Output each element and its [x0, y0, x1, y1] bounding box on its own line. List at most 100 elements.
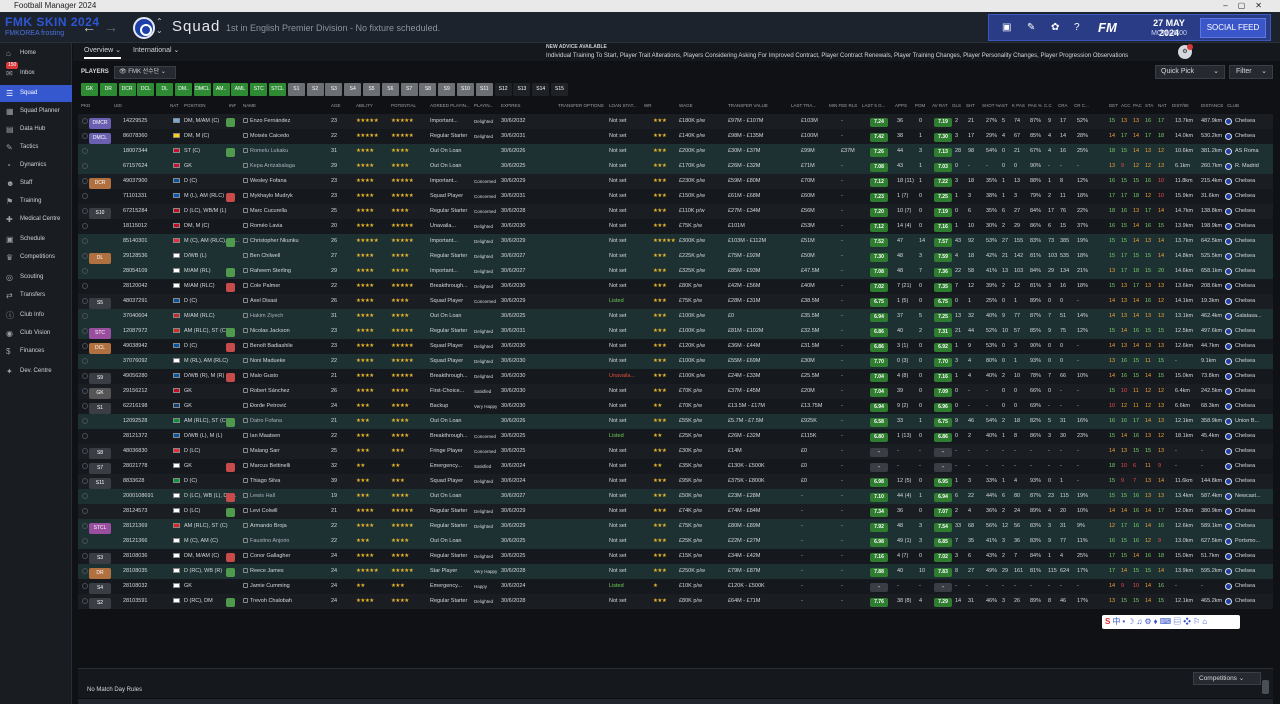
row-select-checkbox[interactable]: [82, 268, 88, 274]
table-row[interactable]: 18115012 DM, M (C) Roméo Lavia 20 ★★★★ ★★★★★ U…: [78, 219, 1273, 234]
column-header[interactable]: WAGE: [679, 103, 693, 108]
position-tab-s8[interactable]: S8: [419, 83, 437, 96]
column-header[interactable]: WR: [644, 103, 652, 108]
table-row[interactable]: DR 28108035 D (RC), WB (R) Reece James 24 ★★★…: [78, 564, 1273, 579]
table-row[interactable]: DMCR 14229525 DM, M/AM (C) Enzo Fernández 23…: [78, 114, 1273, 129]
column-header[interactable]: NAME: [243, 103, 256, 108]
sidebar-item-home[interactable]: ⌂ Home: [0, 45, 72, 62]
table-row[interactable]: 71101331 M (L), AM (RLC) Mykhaylo Mudryk 23…: [78, 189, 1273, 204]
table-row[interactable]: 28054109 M/AM (RL) Raheem Sterling 29 ★★★★ ★★…: [78, 264, 1273, 279]
club-name[interactable]: Chelsea: [1235, 223, 1255, 229]
pick-badge[interactable]: DCR: [89, 178, 111, 189]
player-name[interactable]: Levi Colwill: [250, 508, 278, 514]
player-name[interactable]: Reece James: [250, 568, 284, 574]
help-icon[interactable]: ?: [1074, 22, 1080, 33]
column-header[interactable]: INF: [229, 103, 236, 108]
table-row[interactable]: 2000108691 D (LC), WB (L), DM... Lewis Hal…: [78, 489, 1273, 504]
club-name[interactable]: Chelsea: [1235, 343, 1255, 349]
row-select-checkbox[interactable]: [82, 523, 88, 529]
pick-badge[interactable]: S3: [89, 553, 111, 564]
club-name[interactable]: Portsmo...: [1235, 538, 1260, 544]
pick-badge[interactable]: STCL: [89, 523, 111, 534]
row-select-checkbox[interactable]: [82, 148, 88, 154]
table-row[interactable]: 37040604 M/AM (RLC) Hakim Ziyech 31 ★★★★ ★★★★…: [78, 309, 1273, 324]
position-tab-dmcl[interactable]: DMCL: [193, 83, 211, 96]
table-row[interactable]: 12092528 AM (RLC), ST (C) Datro Fofana 21 ★★…: [78, 414, 1273, 429]
table-row[interactable]: S9 49056280 D/WB (R), M (R) Malo Gusto 21 ★★★…: [78, 369, 1273, 384]
column-header[interactable]: ABILITY: [356, 103, 373, 108]
info-status-icon[interactable]: [226, 373, 235, 382]
pick-badge[interactable]: DMCL: [89, 133, 111, 144]
info-status-icon[interactable]: [226, 148, 235, 157]
position-tab-s12[interactable]: S12: [494, 83, 512, 96]
club-name[interactable]: Chelsea: [1235, 253, 1255, 259]
player-name[interactable]: Thiago Silva: [250, 478, 280, 484]
pick-badge[interactable]: S11: [89, 478, 111, 489]
position-tab-s1[interactable]: S1: [287, 83, 305, 96]
column-header[interactable]: TRANSFER OPTIONS: [558, 103, 604, 108]
player-name[interactable]: Marcus Bettinelli: [250, 463, 290, 469]
sidebar-item-schedule[interactable]: ▣ Schedule: [0, 231, 72, 248]
position-tab-dcl[interactable]: DCL: [137, 83, 155, 96]
pick-badge[interactable]: S9: [89, 373, 111, 384]
column-header[interactable]: DISTANCE: [1201, 103, 1223, 108]
player-name[interactable]: Moisés Caicedo: [250, 133, 289, 139]
player-name[interactable]: Faustino Anjorin: [250, 538, 289, 544]
column-header[interactable]: CRA: [1058, 103, 1068, 108]
player-name[interactable]: Malo Gusto: [250, 373, 278, 379]
chevron-down-icon[interactable]: ⌄: [156, 26, 163, 35]
competitions-button[interactable]: Competitions ⌄: [1193, 672, 1261, 685]
row-select-checkbox[interactable]: [82, 463, 88, 469]
row-select-checkbox[interactable]: [82, 298, 88, 304]
position-tab-s15[interactable]: S15: [551, 83, 568, 96]
player-name[interactable]: Cole Palmer: [250, 283, 280, 289]
column-header[interactable]: LAST 5 G...: [862, 103, 885, 108]
ime-toolbar[interactable]: S中•☽♫⚙♦⌨▤❖⚐⌂: [1102, 615, 1240, 629]
row-select-checkbox[interactable]: [82, 178, 88, 184]
pick-badge[interactable]: DR: [89, 568, 111, 579]
column-header[interactable]: MIN FEE RLS: [829, 103, 857, 108]
row-select-checkbox[interactable]: [82, 358, 88, 364]
table-row[interactable]: DCR 49037900 D (C) Wesley Fofana 23 ★★★★ ★★★★★…: [78, 174, 1273, 189]
position-tab-dl[interactable]: DL: [156, 83, 174, 96]
player-name[interactable]: Marc Cucurella: [250, 208, 287, 214]
info-status-icon[interactable]: [226, 463, 235, 472]
column-header[interactable]: AV RAT: [932, 103, 948, 108]
column-header[interactable]: POM: [915, 103, 925, 108]
row-select-checkbox[interactable]: [82, 403, 88, 409]
info-status-icon[interactable]: [226, 598, 235, 607]
row-select-checkbox[interactable]: [82, 283, 88, 289]
table-row[interactable]: 37076092 M (RL), AM (RLC) Noni Madueke 22 ★★…: [78, 354, 1273, 369]
club-name[interactable]: Chelsea: [1235, 283, 1255, 289]
club-name[interactable]: Chelsea: [1235, 373, 1255, 379]
table-row[interactable]: S11 8833628 D (C) Thiago Silva 39 ★★★ ★★★ Squad…: [78, 474, 1273, 489]
club-name[interactable]: Chelsea: [1235, 133, 1255, 139]
sidebar-item-transfers[interactable]: ⇄ Transfers: [0, 287, 72, 304]
position-tab-gk[interactable]: GK: [81, 83, 98, 96]
club-name[interactable]: Chelsea: [1235, 433, 1255, 439]
column-header[interactable]: TRANSFER VALUE: [728, 103, 768, 108]
social-feed-button[interactable]: SOCIAL FEED: [1200, 18, 1266, 38]
club-name[interactable]: Chelsea: [1235, 388, 1255, 394]
club-name[interactable]: Chelsea: [1235, 118, 1255, 124]
quick-pick-button[interactable]: Quick Pick ⌄: [1155, 65, 1225, 79]
player-name[interactable]: Christopher Nkunku: [250, 238, 299, 244]
row-select-checkbox[interactable]: [82, 478, 88, 484]
column-header[interactable]: AGE: [331, 103, 341, 108]
table-row[interactable]: DMCL 86078360 DM, M (C) Moisés Caicedo 22 ★★★…: [78, 129, 1273, 144]
position-tab-s4[interactable]: S4: [344, 83, 362, 96]
player-name[interactable]: Robert Sánchez: [250, 388, 289, 394]
sidebar-item-club-info[interactable]: ⓘ Club Info: [0, 307, 72, 324]
club-name[interactable]: Chelsea: [1235, 403, 1255, 409]
info-status-icon[interactable]: [226, 268, 235, 277]
club-name[interactable]: Chelsea: [1235, 358, 1255, 364]
player-name[interactable]: Enzo Fernández: [250, 118, 290, 124]
sidebar-item-competitions[interactable]: ♛ Competitions: [0, 249, 72, 266]
table-row[interactable]: S2 28103591 D (RC), DM Trevoh Chalobah 24 ★★★…: [78, 594, 1273, 609]
column-header[interactable]: EXPIRES: [501, 103, 521, 108]
table-row[interactable]: S8 48036830 D (LC) Malang Sarr 25 ★★★ ★★★ Fring…: [78, 444, 1273, 459]
row-select-checkbox[interactable]: [82, 313, 88, 319]
club-name[interactable]: Chelsea: [1235, 583, 1255, 589]
club-name[interactable]: R. Madrid: [1235, 163, 1259, 169]
club-name[interactable]: Chelsea: [1235, 298, 1255, 304]
